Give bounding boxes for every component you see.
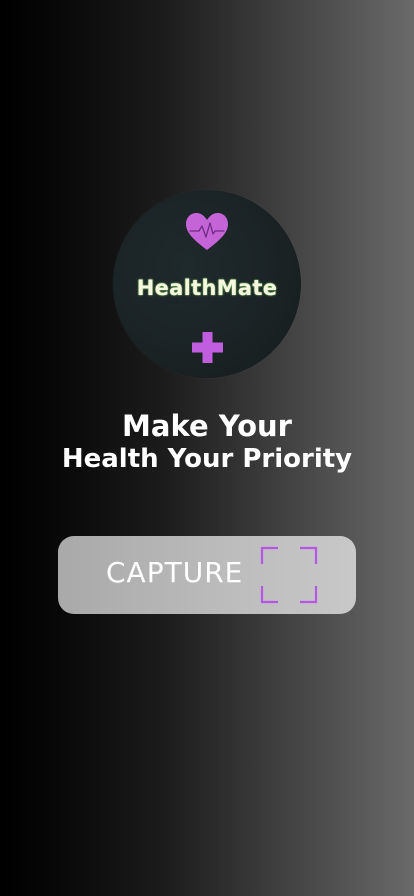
app-logo: HealthMate xyxy=(113,190,301,378)
brand-name: HealthMate xyxy=(136,276,278,300)
headline: Make Your Health Your Priority xyxy=(0,408,414,474)
capture-button[interactable]: CAPTURE xyxy=(58,536,356,614)
scan-frame-icon xyxy=(260,546,318,604)
medical-cross-icon xyxy=(192,332,223,363)
headline-line-2: Health Your Priority xyxy=(61,444,353,474)
headline-line-1: Make Your xyxy=(122,409,292,443)
capture-button-label: CAPTURE xyxy=(106,556,244,589)
heart-pulse-icon xyxy=(186,213,228,250)
